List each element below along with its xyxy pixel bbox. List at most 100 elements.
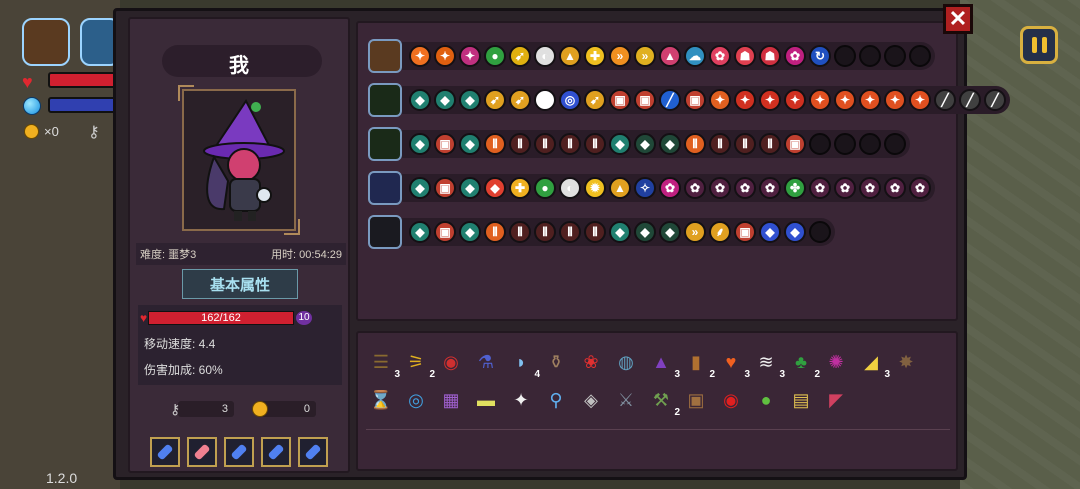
empty-spell-slot[interactable] [809,133,831,155]
spell-icon[interactable]: ➹ [584,89,606,111]
item-icon[interactable]: ◢ 3 [856,347,890,381]
spell-icon[interactable]: » [634,45,656,67]
spell-icon[interactable]: ⦀ [734,133,756,155]
item-icon[interactable]: ⚲ [541,385,571,415]
spell-icon[interactable]: ◆ [409,133,431,155]
spell-icon[interactable]: ● [484,45,506,67]
item-icon[interactable]: ✸ [891,347,921,377]
spell-icon[interactable]: ▣ [434,133,456,155]
spell-icon[interactable]: ✿ [909,177,931,199]
empty-spell-slot[interactable] [834,133,856,155]
spell-icon[interactable]: ↻ [809,45,831,67]
spell-icon[interactable]: ✦ [434,45,456,67]
spell-icon[interactable]: ⦀ [559,221,581,243]
spell-icon[interactable]: ✿ [709,177,731,199]
spell-icon[interactable]: ╱ [959,89,981,111]
item-icon[interactable]: ⚞ 2 [401,347,435,381]
pause-button[interactable] [1020,26,1058,64]
spell-icon[interactable]: ▲ [659,45,681,67]
spell-icon[interactable]: ◆ [784,221,806,243]
spell-icon[interactable]: ◆ [634,133,656,155]
empty-spell-slot[interactable] [884,133,906,155]
wand-icon[interactable] [368,215,402,249]
spell-icon[interactable]: ✦ [734,89,756,111]
spell-icon[interactable]: ➹ [484,89,506,111]
spell-icon[interactable]: ◆ [759,221,781,243]
spell-icon[interactable]: ⦀ [559,133,581,155]
spell-icon[interactable]: ▲ [559,45,581,67]
spell-icon[interactable]: ◆ [484,177,506,199]
item-icon[interactable]: ⚱ [541,347,571,377]
spell-icon[interactable]: ◎ [559,89,581,111]
spell-icon[interactable]: ✹ [584,177,606,199]
spell-icon[interactable]: ◆ [409,177,431,199]
spell-icon[interactable]: ⦀ [759,133,781,155]
wand-icon[interactable] [368,39,402,73]
item-icon[interactable]: ◉ [436,347,466,377]
spell-icon[interactable]: ▲ [609,177,631,199]
item-icon[interactable]: ◎ [401,385,431,415]
spell-icon[interactable]: ◆ [634,221,656,243]
potion-slot[interactable] [150,437,180,467]
spell-icon[interactable]: ⦀ [709,133,731,155]
empty-spell-slot[interactable] [859,133,881,155]
spell-icon[interactable]: ➹ [509,45,531,67]
item-icon[interactable]: ❀ [576,347,606,377]
item-icon[interactable]: ▮ 2 [681,347,715,381]
spell-icon[interactable]: ⦀ [484,221,506,243]
spell-icon[interactable]: ⦀ [584,221,606,243]
spell-icon[interactable]: ◆ [609,133,631,155]
empty-spell-slot[interactable] [859,45,881,67]
spell-icon[interactable]: ✿ [684,177,706,199]
item-icon[interactable]: ✦ [506,385,536,415]
spell-icon[interactable]: ⦀ [484,133,506,155]
item-icon[interactable]: ▤ [786,385,816,415]
item-icon[interactable]: ◤ [821,385,851,415]
spell-icon[interactable]: ✿ [809,177,831,199]
spell-icon[interactable]: ▣ [434,177,456,199]
spell-icon[interactable]: ◐ [559,177,581,199]
spell-icon[interactable]: ▣ [609,89,631,111]
spell-icon[interactable]: ✿ [709,45,731,67]
potion-slot[interactable] [224,437,254,467]
item-icon[interactable]: ✺ [821,347,851,377]
spell-icon[interactable]: ⦀ [509,221,531,243]
spell-icon[interactable]: ✿ [834,177,856,199]
spell-icon[interactable]: ✦ [859,89,881,111]
spell-icon[interactable]: ✦ [759,89,781,111]
spell-icon[interactable]: ◆ [409,221,431,243]
spell-icon[interactable]: ✦ [409,45,431,67]
spell-icon[interactable]: ✦ [459,45,481,67]
spell-icon[interactable]: ✧ [634,177,656,199]
spell-icon[interactable]: ◆ [434,89,456,111]
wand-icon[interactable] [368,83,402,117]
spell-icon[interactable]: ▣ [634,89,656,111]
spell-icon[interactable]: ◆ [459,89,481,111]
item-icon[interactable]: ♣ 2 [786,347,820,381]
empty-spell-slot[interactable] [834,45,856,67]
potion-slot[interactable] [298,437,328,467]
spell-icon[interactable]: ▣ [784,133,806,155]
spell-icon[interactable]: ✿ [884,177,906,199]
spell-icon[interactable]: ● [534,177,556,199]
item-icon[interactable]: ◉ [716,385,746,415]
item-icon[interactable]: ▣ [681,385,711,415]
spell-icon[interactable]: ✿ [859,177,881,199]
spell-icon[interactable]: ✦ [709,89,731,111]
item-icon[interactable]: ◈ [576,385,606,415]
spell-icon[interactable]: ⦀ [684,133,706,155]
spell-icon[interactable]: ⦀ [509,133,531,155]
spell-icon[interactable]: ✿ [784,45,806,67]
spell-icon[interactable]: » [609,45,631,67]
spell-icon[interactable]: ☗ [759,45,781,67]
spell-icon[interactable]: ✤ [784,177,806,199]
spell-icon[interactable]: ◐ [534,45,556,67]
spell-icon[interactable]: ☗ [734,45,756,67]
close-button[interactable]: ✕ [943,4,973,34]
spell-icon[interactable]: » [684,221,706,243]
spell-icon[interactable]: ✦ [909,89,931,111]
spell-icon[interactable]: ◆ [659,221,681,243]
spell-icon[interactable]: ✿ [659,177,681,199]
spell-icon[interactable]: ✦ [784,89,806,111]
spell-icon[interactable]: ▣ [684,89,706,111]
